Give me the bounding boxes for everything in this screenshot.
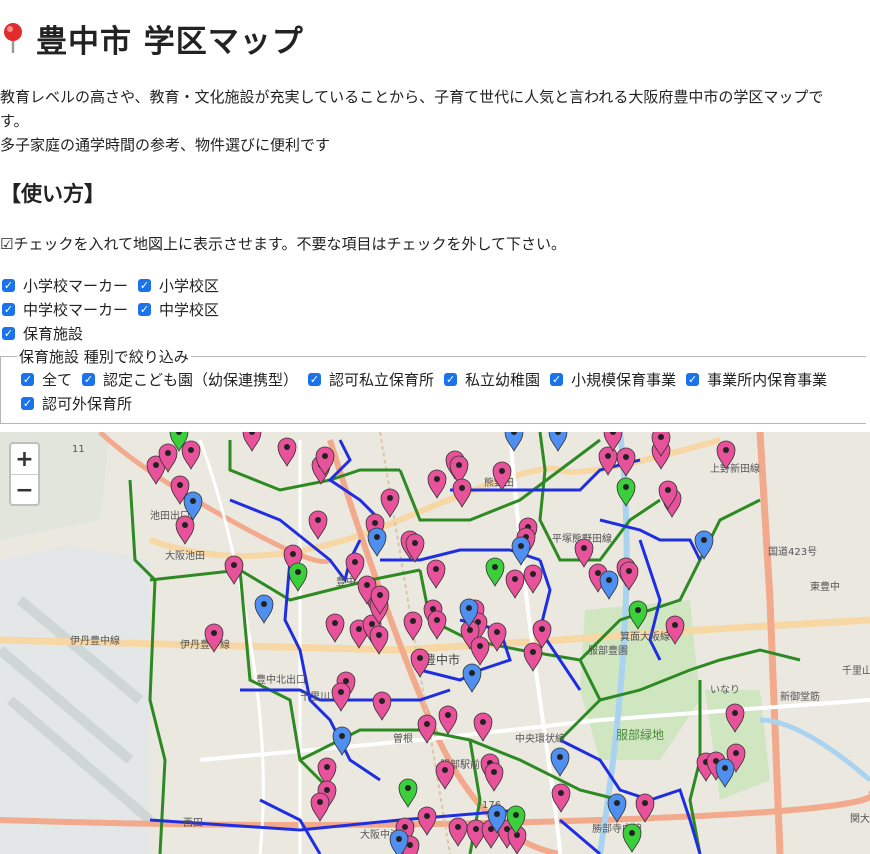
junior-markers-label: 中学校マーカー [23,300,129,319]
checkmark-icon: ✓ [686,372,700,386]
filter-option-label: 私立幼稚園 [465,370,541,389]
map-label: 11 [72,444,85,455]
round-pushpin-icon [0,21,26,55]
map-canvas[interactable]: 豊中市 豊中 服部緑地 服部豊園 池田出口 大阪池田 豊中北出口 伊丹豊中線 伊… [0,432,870,854]
map-label: 新御堂筋 [780,690,820,703]
map-label: 国道423号 [768,545,817,558]
map-label: 東豊中 [810,580,840,593]
map-label: 千里山 [842,665,870,677]
zoom-in-button[interactable]: + [11,444,38,474]
checkmark-icon: ✓ [21,372,34,386]
filter-option-label: 認定こども園（幼保連携型） [103,370,299,389]
elementary-district-checkbox[interactable]: ✓ 小学校区 [136,275,219,296]
intro-text: 教育レベルの高さや、教育・文化施設が充実していることから、子育て世代に人気と言わ… [0,85,870,157]
elementary-markers-label: 小学校マーカー [23,276,129,295]
map-label: 豊中北出口 [256,673,306,686]
filter-option-label: 全て [42,370,73,389]
filter-option-label: 小規模保育事業 [571,370,677,389]
map-label: 中央環状線 [515,732,565,745]
map-label: 千里川 [300,691,330,703]
filter-option-label: 事業所内保育事業 [707,370,828,389]
checkmark-icon: ✓ [2,326,15,340]
zoom-control: + − [9,442,40,506]
filter-certified-kodomoen-checkbox[interactable]: ✓ 認定こども園（幼保連携型） [80,369,298,390]
junior-markers-checkbox[interactable]: ✓ 中学校マーカー [0,299,128,320]
map-label: 曽根 [393,732,413,745]
filter-workplace-nursery-checkbox[interactable]: ✓ 事業所内保育事業 [684,369,827,390]
map-label: 豊中市 [424,652,460,667]
checkmark-icon: ✓ [138,302,152,316]
filter-small-nursery-checkbox[interactable]: ✓ 小規模保育事業 [548,369,676,390]
checkmark-icon: ✓ [308,372,322,386]
school-district-map[interactable]: 豊中市 豊中 服部緑地 服部豊園 池田出口 大阪池田 豊中北出口 伊丹豊中線 伊… [0,432,870,854]
map-label: 上野新田線 [710,462,760,475]
filter-option-label: 認可私立保育所 [329,370,435,389]
page-header: 豊中市 学区マップ [0,14,304,62]
filter-option-label: 認可外保育所 [42,394,133,413]
map-label: 西田 [183,818,203,829]
layer-checkboxes: ✓ 小学校マーカー ✓ 小学校区 ✓ 中学校マーカー ✓ 中学校区 ✓ 保育施設 [0,273,227,345]
map-label: 伊丹豊中線 [70,634,120,647]
filter-legend: 保育施設 種別で絞り込み [19,348,189,366]
checkmark-icon: ✓ [82,372,96,386]
junior-district-label: 中学校区 [159,300,220,319]
filter-private-kindergarten-checkbox[interactable]: ✓ 私立幼稚園 [442,369,540,390]
checkmark-icon: ✓ [2,278,15,292]
intro-line-2: す。 [0,112,29,130]
intro-line-1: 教育レベルの高さや、教育・文化施設が充実していることから、子育て世代に人気と言わ… [0,88,824,106]
junior-district-checkbox[interactable]: ✓ 中学校区 [136,299,219,320]
childcare-type-filter: 保育施設 種別で絞り込み ✓ 全て ✓ 認定こども園（幼保連携型） ✓ 認可私立保育所… [0,346,866,424]
elementary-district-label: 小学校区 [159,276,220,295]
childcare-checkbox[interactable]: ✓ 保育施設 [0,323,83,344]
elementary-markers-checkbox[interactable]: ✓ 小学校マーカー [0,275,128,296]
checkmark-icon: ✓ [444,372,458,386]
map-label: 伊丹豊中線 [180,638,230,651]
childcare-label: 保育施設 [23,324,84,343]
checkmark-icon: ✓ [138,278,152,292]
intro-line-3: 多子家庭の通学時間の参考、物件選びに便利です [0,136,331,154]
zoom-out-button[interactable]: − [11,474,38,505]
map-label: 服部緑地 [616,727,664,742]
howto-heading: 【使い方】 [0,182,105,206]
instruction-text: ☑チェックを入れて地図上に表示させます。不要な項目はチェックを外して下さい。 [0,235,567,253]
map-label: 箕面大阪線 [620,630,670,643]
filter-all-checkbox[interactable]: ✓ 全て [19,369,72,390]
filter-unlicensed-nursery-checkbox[interactable]: ✓ 認可外保育所 [19,393,132,414]
filter-private-nursery-checkbox[interactable]: ✓ 認可私立保育所 [306,369,434,390]
checkmark-icon: ✓ [2,302,15,316]
checkmark-icon: ✓ [21,396,34,410]
airport-area [0,545,150,854]
page-title: 豊中市 学区マップ [36,23,304,60]
checkmark-icon: ✓ [550,372,564,386]
map-label: 服部豊園 [588,644,628,657]
map-label: いなり [710,684,740,696]
map-label: 関大 [850,812,870,825]
map-label: 大阪池田 [165,549,205,562]
